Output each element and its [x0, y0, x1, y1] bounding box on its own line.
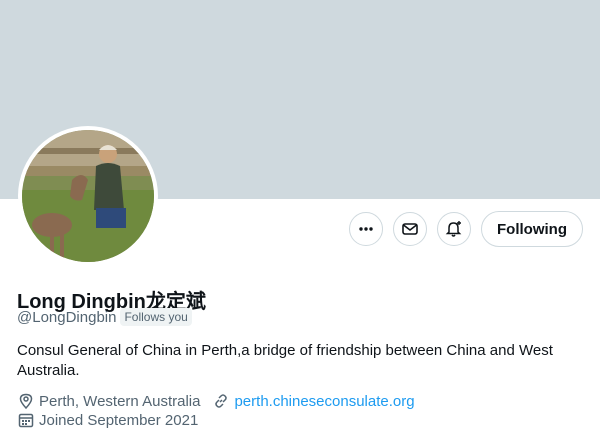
- envelope-icon: [402, 223, 418, 235]
- joined-text: Joined September 2021: [39, 411, 199, 429]
- handle-row: @LongDingbin Follows you: [17, 308, 192, 326]
- calendar-icon: [18, 413, 34, 428]
- location-pin-icon: [19, 393, 33, 410]
- location-item: Perth, Western Australia: [17, 392, 200, 410]
- profile-meta-row: Perth, Western Australia perth.chineseco…: [17, 392, 427, 410]
- message-button[interactable]: [393, 212, 427, 246]
- bell-plus-icon: [445, 221, 462, 237]
- following-button[interactable]: Following: [481, 211, 583, 247]
- avatar[interactable]: [18, 126, 158, 266]
- website-link[interactable]: perth.chineseconsulate.org: [234, 393, 414, 410]
- more-horizontal-icon: [359, 227, 373, 231]
- profile-bio: Consul General of China in Perth,a bridg…: [17, 342, 553, 379]
- avatar-photo: [22, 130, 154, 262]
- joined-item: Joined September 2021: [17, 411, 198, 429]
- link-icon: [215, 394, 228, 408]
- notifications-button[interactable]: [437, 212, 471, 246]
- profile-meta-row-joined: Joined September 2021: [17, 411, 210, 429]
- user-handle: @LongDingbin: [17, 308, 117, 326]
- follows-you-badge: Follows you: [120, 308, 192, 326]
- more-button[interactable]: [349, 212, 383, 246]
- website-item[interactable]: perth.chineseconsulate.org: [212, 392, 415, 410]
- location-text: Perth, Western Australia: [39, 392, 201, 410]
